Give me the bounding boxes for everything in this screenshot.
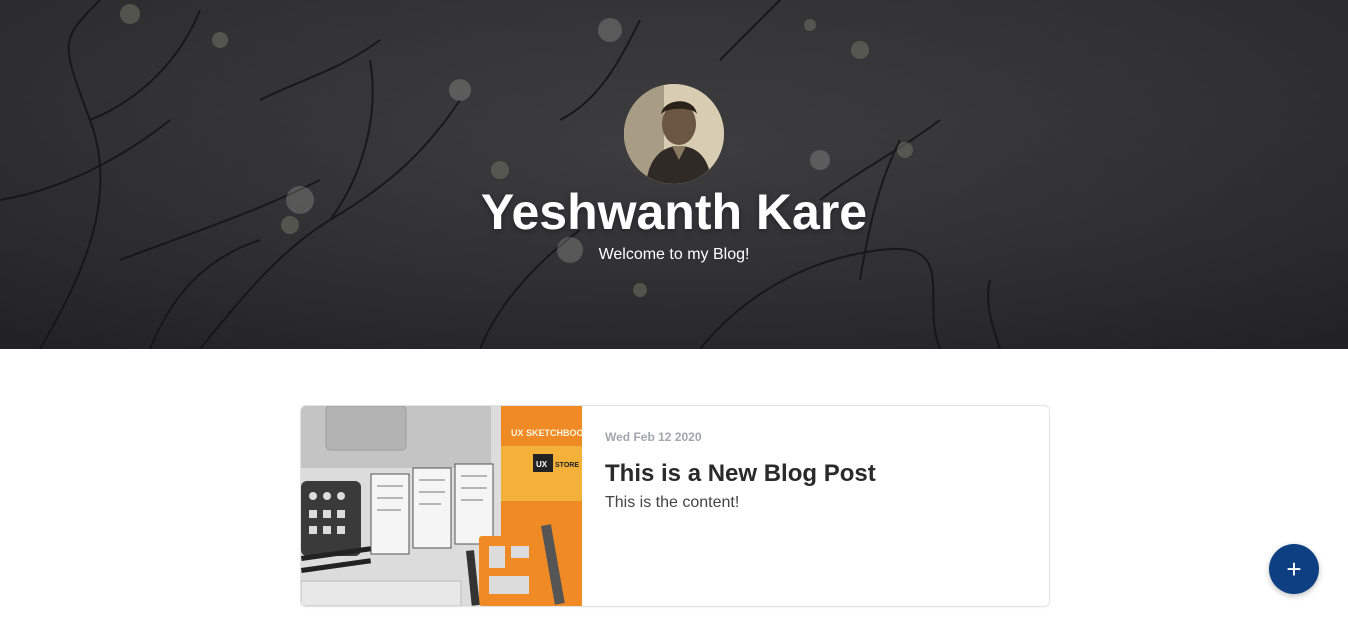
blog-subtitle: Welcome to my Blog! [598, 246, 750, 263]
blog-author-name: Yeshwanth Kare [480, 184, 868, 240]
store-logo-text: STORE [555, 462, 579, 469]
sketchbook-label: UX SKETCHBOOK [511, 428, 582, 438]
profile-avatar [624, 84, 724, 184]
post-date: Wed Feb 12 2020 [605, 430, 702, 444]
add-post-button[interactable]: + [1269, 544, 1319, 594]
post-title[interactable]: This is a New Blog Post [605, 460, 876, 488]
ux-logo-text: UX [536, 460, 548, 469]
profile-photo [624, 84, 724, 184]
hero-banner: Yeshwanth Kare Welcome to my Blog! [0, 0, 1348, 349]
post-thumbnail: UX SKETCHBOOK UX STORE [301, 406, 582, 606]
post-card-body: Wed Feb 12 2020 This is a New Blog Post … [605, 406, 1025, 606]
blog-post-card[interactable]: UX SKETCHBOOK UX STORE [300, 405, 1050, 607]
post-thumbnail-illustration: UX SKETCHBOOK UX STORE [301, 406, 582, 606]
plus-icon: + [1286, 554, 1302, 584]
post-excerpt: This is the content! [605, 494, 740, 511]
